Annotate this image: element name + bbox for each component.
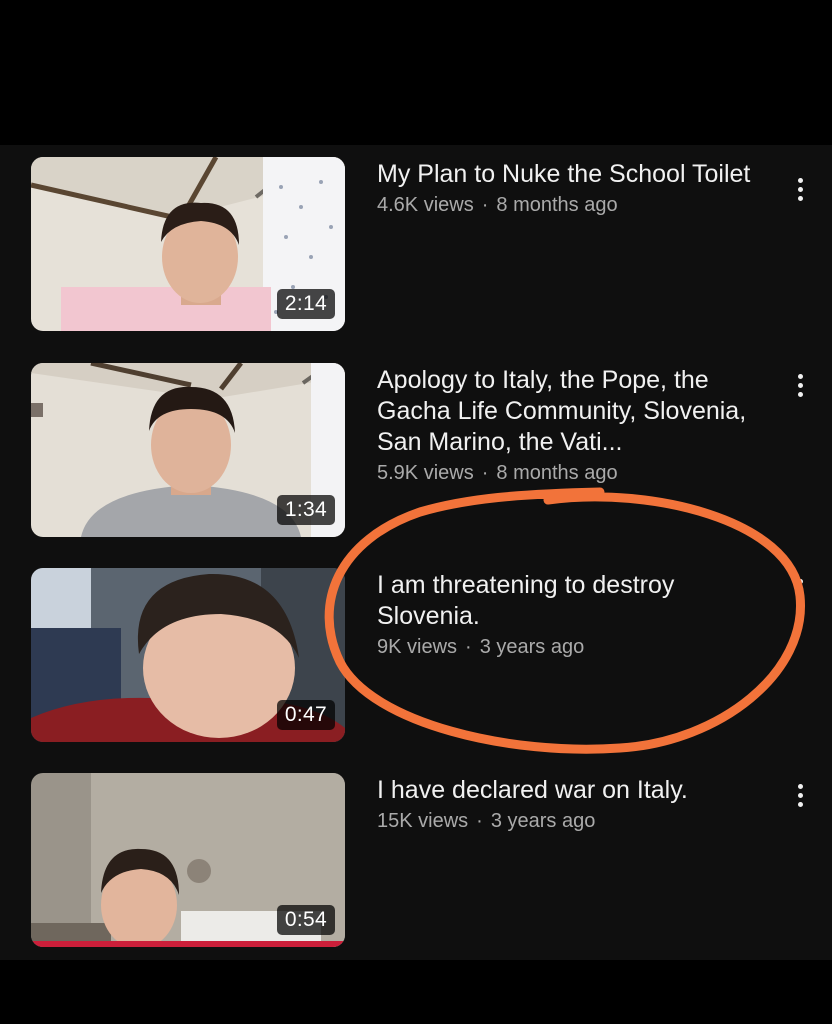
separator-dot: · — [476, 810, 483, 832]
video-title[interactable]: I have declared war on Italy. — [377, 775, 777, 806]
video-info[interactable]: My Plan to Nuke the School Toilet 4.6K v… — [377, 159, 777, 218]
video-age: 8 months ago — [496, 194, 618, 216]
video-info[interactable]: Apology to Italy, the Pope, the Gacha Li… — [377, 365, 777, 486]
video-title[interactable]: I am threatening to destroy Slovenia. — [377, 570, 777, 632]
video-thumbnail[interactable]: 2:14 — [31, 157, 345, 331]
video-views: 9K views — [377, 636, 458, 658]
video-age: 3 years ago — [490, 810, 596, 832]
separator-dot: · — [465, 636, 472, 658]
video-meta: 5.9K views · 8 months ago — [377, 460, 777, 486]
video-age: 8 months ago — [496, 462, 618, 484]
video-views: 5.9K views — [377, 462, 474, 484]
video-views: 4.6K views — [377, 194, 474, 216]
video-item[interactable]: 0:54 I have declared war on Italy. 15K v… — [0, 773, 832, 963]
more-vert-icon[interactable] — [786, 777, 814, 813]
more-vert-icon[interactable] — [786, 367, 814, 403]
separator-dot: · — [481, 462, 489, 484]
video-meta: 4.6K views · 8 months ago — [377, 192, 777, 218]
video-item[interactable]: 1:34 Apology to Italy, the Pope, the Gac… — [0, 363, 832, 553]
video-info[interactable]: I am threatening to destroy Slovenia. 9K… — [377, 570, 777, 660]
video-duration: 2:14 — [276, 289, 335, 319]
more-vert-icon[interactable] — [786, 171, 814, 207]
video-meta: 15K views · 3 years ago — [377, 808, 777, 834]
video-title[interactable]: My Plan to Nuke the School Toilet — [377, 159, 777, 190]
more-vert-icon[interactable] — [786, 572, 814, 608]
video-thumbnail[interactable]: 0:47 — [31, 568, 345, 742]
video-list: 2:14 My Plan to Nuke the School Toilet 4… — [0, 145, 832, 960]
video-meta: 9K views · 3 years ago — [377, 634, 777, 660]
video-info[interactable]: I have declared war on Italy. 15K views ·… — [377, 775, 777, 834]
video-duration: 0:54 — [276, 905, 335, 935]
video-item[interactable]: 2:14 My Plan to Nuke the School Toilet 4… — [0, 157, 832, 347]
video-age: 3 years ago — [479, 636, 585, 658]
video-thumbnail[interactable]: 0:54 — [31, 773, 345, 947]
video-duration: 0:47 — [276, 700, 335, 730]
video-title[interactable]: Apology to Italy, the Pope, the Gacha Li… — [377, 365, 777, 458]
video-item[interactable]: 0:47 I am threatening to destroy Sloveni… — [0, 568, 832, 758]
video-thumbnail[interactable]: 1:34 — [31, 363, 345, 537]
video-views: 15K views — [377, 810, 469, 832]
watch-progress-bar — [31, 941, 345, 947]
separator-dot: · — [481, 194, 489, 216]
video-duration: 1:34 — [276, 495, 335, 525]
